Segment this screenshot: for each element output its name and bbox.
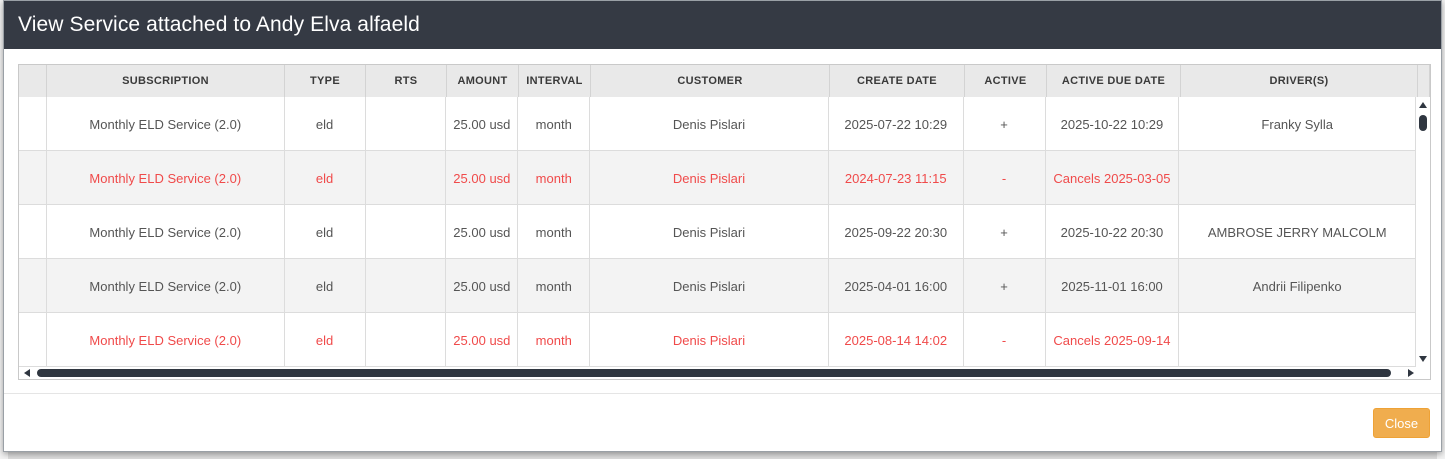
- drivers-cell: [1179, 313, 1416, 367]
- close-button[interactable]: Close: [1373, 408, 1430, 438]
- type-cell: eld: [285, 151, 366, 205]
- column-header-spacer: [1418, 65, 1430, 97]
- rts-cell: [366, 313, 447, 367]
- active-cell: +: [964, 205, 1046, 259]
- column-header-active[interactable]: ACTIVE: [965, 65, 1047, 97]
- rts-cell: [366, 205, 447, 259]
- customer-cell: Denis Pislari: [590, 205, 829, 259]
- customer-cell: Denis Pislari: [590, 151, 829, 205]
- active-cell: +: [964, 259, 1046, 313]
- subscription-cell: Monthly ELD Service (2.0): [47, 205, 285, 259]
- column-header-rts[interactable]: RTS: [366, 65, 447, 97]
- drivers-cell: Andrii Filipenko: [1179, 259, 1416, 313]
- rts-cell: [366, 259, 447, 313]
- row-select-cell[interactable]: [19, 259, 47, 313]
- services-table: SUBSCRIPTION TYPE RTS AMOUNT INTERVAL CU…: [18, 64, 1431, 380]
- modal-header: View Service attached to Andy Elva alfae…: [4, 1, 1441, 49]
- horizontal-scroll-thumb[interactable]: [37, 369, 1391, 377]
- interval-cell: month: [518, 259, 591, 313]
- scroll-right-arrow-icon[interactable]: [1408, 369, 1414, 377]
- amount-cell: 25.00 usd: [446, 97, 519, 151]
- column-header-subscription[interactable]: SUBSCRIPTION: [47, 65, 285, 97]
- type-cell: eld: [285, 205, 366, 259]
- type-cell: eld: [285, 259, 366, 313]
- table-row[interactable]: Monthly ELD Service (2.0) eld 25.00 usd …: [19, 205, 1416, 259]
- customer-cell: Denis Pislari: [590, 259, 829, 313]
- table-body: Monthly ELD Service (2.0) eld 25.00 usd …: [19, 97, 1416, 367]
- create-date-cell: 2025-09-22 20:30: [829, 205, 964, 259]
- interval-cell: month: [518, 151, 591, 205]
- type-cell: eld: [285, 97, 366, 151]
- amount-cell: 25.00 usd: [446, 313, 519, 367]
- subscription-cell: Monthly ELD Service (2.0): [47, 313, 285, 367]
- column-header-amount[interactable]: AMOUNT: [447, 65, 519, 97]
- active-due-date-cell: 2025-10-22 10:29: [1046, 97, 1180, 151]
- table-header: SUBSCRIPTION TYPE RTS AMOUNT INTERVAL CU…: [19, 65, 1430, 98]
- column-header-type[interactable]: TYPE: [285, 65, 366, 97]
- active-due-date-cell: Cancels 2025-09-14: [1046, 313, 1180, 367]
- vertical-scroll-thumb[interactable]: [1419, 115, 1427, 131]
- create-date-cell: 2025-04-01 16:00: [829, 259, 964, 313]
- create-date-cell: 2025-08-14 14:02: [829, 313, 964, 367]
- horizontal-scrollbar[interactable]: [19, 367, 1416, 379]
- customer-cell: Denis Pislari: [590, 313, 829, 367]
- row-select-cell[interactable]: [19, 97, 47, 151]
- vertical-scrollbar[interactable]: [1416, 97, 1430, 367]
- create-date-cell: 2024-07-23 11:15: [829, 151, 964, 205]
- table-row[interactable]: Monthly ELD Service (2.0) eld 25.00 usd …: [19, 313, 1416, 367]
- amount-cell: 25.00 usd: [446, 205, 519, 259]
- modal-title: View Service attached to Andy Elva alfae…: [18, 13, 420, 36]
- rts-cell: [366, 151, 447, 205]
- create-date-cell: 2025-07-22 10:29: [829, 97, 964, 151]
- interval-cell: month: [518, 97, 591, 151]
- active-cell: +: [964, 97, 1046, 151]
- row-select-cell[interactable]: [19, 205, 47, 259]
- active-due-date-cell: Cancels 2025-03-05: [1046, 151, 1180, 205]
- type-cell: eld: [285, 313, 366, 367]
- table-row[interactable]: Monthly ELD Service (2.0) eld 25.00 usd …: [19, 97, 1416, 151]
- amount-cell: 25.00 usd: [446, 259, 519, 313]
- footer-divider: [4, 393, 1441, 394]
- active-due-date-cell: 2025-11-01 16:00: [1046, 259, 1180, 313]
- table-row[interactable]: Monthly ELD Service (2.0) eld 25.00 usd …: [19, 151, 1416, 205]
- subscription-cell: Monthly ELD Service (2.0): [47, 151, 285, 205]
- column-header-select: [19, 65, 47, 97]
- active-cell: -: [964, 313, 1046, 367]
- drivers-cell: AMBROSE JERRY MALCOLM: [1179, 205, 1416, 259]
- scroll-left-arrow-icon[interactable]: [24, 369, 30, 377]
- scroll-down-arrow-icon[interactable]: [1419, 356, 1427, 362]
- column-header-customer[interactable]: CUSTOMER: [591, 65, 830, 97]
- customer-cell: Denis Pislari: [590, 97, 829, 151]
- column-header-interval[interactable]: INTERVAL: [519, 65, 591, 97]
- interval-cell: month: [518, 205, 591, 259]
- interval-cell: month: [518, 313, 591, 367]
- active-cell: -: [964, 151, 1046, 205]
- drivers-cell: [1179, 151, 1416, 205]
- row-select-cell[interactable]: [19, 313, 47, 367]
- table-row[interactable]: Monthly ELD Service (2.0) eld 25.00 usd …: [19, 259, 1416, 313]
- column-header-drivers[interactable]: DRIVER(S): [1181, 65, 1418, 97]
- subscription-cell: Monthly ELD Service (2.0): [47, 97, 285, 151]
- subscription-cell: Monthly ELD Service (2.0): [47, 259, 285, 313]
- column-header-active-due-date[interactable]: ACTIVE DUE DATE: [1047, 65, 1181, 97]
- column-header-create-date[interactable]: CREATE DATE: [830, 65, 965, 97]
- scroll-up-arrow-icon[interactable]: [1419, 102, 1427, 108]
- drivers-cell: Franky Sylla: [1179, 97, 1416, 151]
- active-due-date-cell: 2025-10-22 20:30: [1046, 205, 1180, 259]
- service-modal: View Service attached to Andy Elva alfae…: [3, 0, 1442, 452]
- rts-cell: [366, 97, 447, 151]
- row-select-cell[interactable]: [19, 151, 47, 205]
- amount-cell: 25.00 usd: [446, 151, 519, 205]
